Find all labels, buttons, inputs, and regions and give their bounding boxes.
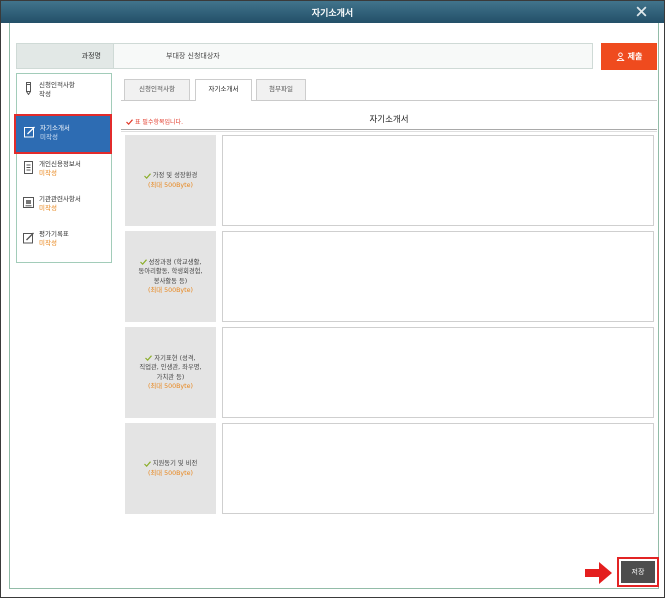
field-label-text: 가정 및 성장환경 [152, 172, 198, 179]
course-label: 과정명 [16, 43, 113, 69]
user-icon [616, 52, 625, 61]
field-label: 성장과정 (학교생활, 동아리활동, 학생회경험, 봉사활동 등) (최대 50… [125, 231, 216, 322]
tab-self-introduction[interactable]: 자기소개서 [195, 79, 252, 101]
application-window: 자기소개서 과정명 부대장 신청대상자 제출 신청인적사항 작성 자기소개서 미… [0, 0, 665, 598]
form-row-motivation-vision: 지원동기 및 비전 (최대 500Byte) [125, 423, 654, 514]
tab-applicant-info[interactable]: 신청인적사항 [124, 79, 190, 100]
sidebar-item-self-introduction[interactable]: 자기소개서 미작성 [14, 114, 112, 154]
field-limit: (최대 500Byte) [148, 469, 193, 477]
submit-label: 제출 [627, 52, 643, 61]
id-card-icon [23, 196, 34, 209]
sidebar: 신청인적사항 작성 자기소개서 미작성 개인신용정보서 미작성 기관관련사항서 … [14, 73, 112, 263]
submit-button[interactable]: 제출 [601, 43, 657, 70]
check-icon [126, 118, 133, 125]
sidebar-item-label: 평가기록표 [39, 230, 69, 238]
motivation-vision-input[interactable] [222, 423, 654, 514]
pencil-icon [23, 82, 34, 95]
sidebar-item-status: 작성 [39, 90, 51, 98]
save-button[interactable]: 저장 [621, 561, 655, 583]
sidebar-item-credit-info[interactable]: 개인신용정보서 미작성 [23, 160, 109, 192]
field-label-text: 성장과정 (학교생활, [148, 258, 202, 266]
field-label-text: 지원동기 및 비전 [152, 460, 198, 467]
field-label: 가정 및 성장환경 (최대 500Byte) [125, 135, 216, 226]
sidebar-item-status: 미작성 [40, 133, 58, 141]
field-label: 자기표현 (성격, 직업관, 인생관, 좌우명, 가치관 등) (최대 500B… [125, 327, 216, 418]
self-introduction-form: 가정 및 성장환경 (최대 500Byte) 성장과정 (학교생활, 동아리활동… [125, 135, 654, 519]
window-title: 자기소개서 [311, 9, 354, 19]
required-note-text: 표 필수항목입니다. [135, 119, 183, 126]
tab-attachments[interactable]: 첨부파일 [256, 79, 306, 100]
sidebar-item-label: 신청인적사항 [39, 81, 75, 89]
sidebar-item-status: 미작성 [39, 204, 57, 212]
form-row-family-background: 가정 및 성장환경 (최대 500Byte) [125, 135, 654, 226]
check-icon [143, 173, 151, 179]
course-value: 부대장 신청대상자 [113, 43, 593, 69]
check-icon [143, 461, 151, 467]
document-icon [23, 161, 34, 174]
form-heading: 자기소개서 [369, 115, 409, 125]
family-background-input[interactable] [222, 135, 654, 226]
field-limit: (최대 500Byte) [148, 287, 193, 294]
save-button-highlight: 저장 [617, 557, 659, 587]
check-icon [139, 259, 147, 266]
title-bar: 자기소개서 [1, 1, 664, 23]
close-icon[interactable] [635, 5, 648, 18]
sidebar-item-agency-related[interactable]: 기관관련사항서 미작성 [23, 195, 109, 227]
sidebar-item-label: 자기소개서 [40, 124, 70, 132]
self-expression-input[interactable] [222, 327, 654, 418]
growth-process-input[interactable] [222, 231, 654, 322]
field-label-text: 직업관, 인생관, 좌우명, [139, 364, 202, 371]
field-label-text: 자기표현 (성격, [154, 354, 196, 362]
edit-icon [23, 231, 34, 244]
sidebar-item-applicant-info[interactable]: 신청인적사항 작성 [23, 81, 109, 113]
check-icon [145, 355, 153, 362]
sidebar-item-evaluation-record[interactable]: 평가기록표 미작성 [23, 230, 109, 262]
field-limit: (최대 500Byte) [148, 181, 193, 189]
arrow-right-icon [585, 562, 612, 584]
field-limit: (최대 500Byte) [148, 383, 193, 390]
sidebar-item-status: 미작성 [39, 239, 57, 247]
field-label-text: 가치관 등) [156, 373, 185, 381]
required-note: 표 필수항목입니다. [126, 117, 183, 126]
sidebar-item-label: 기관관련사항서 [39, 195, 81, 203]
sidebar-item-status: 미작성 [39, 169, 57, 177]
edit-box-icon [24, 125, 35, 138]
field-label-text: 동아리활동, 학생회경험, [138, 268, 203, 275]
form-row-self-expression: 자기표현 (성격, 직업관, 인생관, 좌우명, 가치관 등) (최대 500B… [125, 327, 654, 418]
field-label: 지원동기 및 비전 (최대 500Byte) [125, 423, 216, 514]
form-row-growth-process: 성장과정 (학교생활, 동아리활동, 학생회경험, 봉사활동 등) (최대 50… [125, 231, 654, 322]
field-label-text: 봉사활동 등) [153, 277, 188, 285]
sidebar-item-label: 개인신용정보서 [39, 160, 81, 168]
heading-divider [121, 129, 657, 132]
